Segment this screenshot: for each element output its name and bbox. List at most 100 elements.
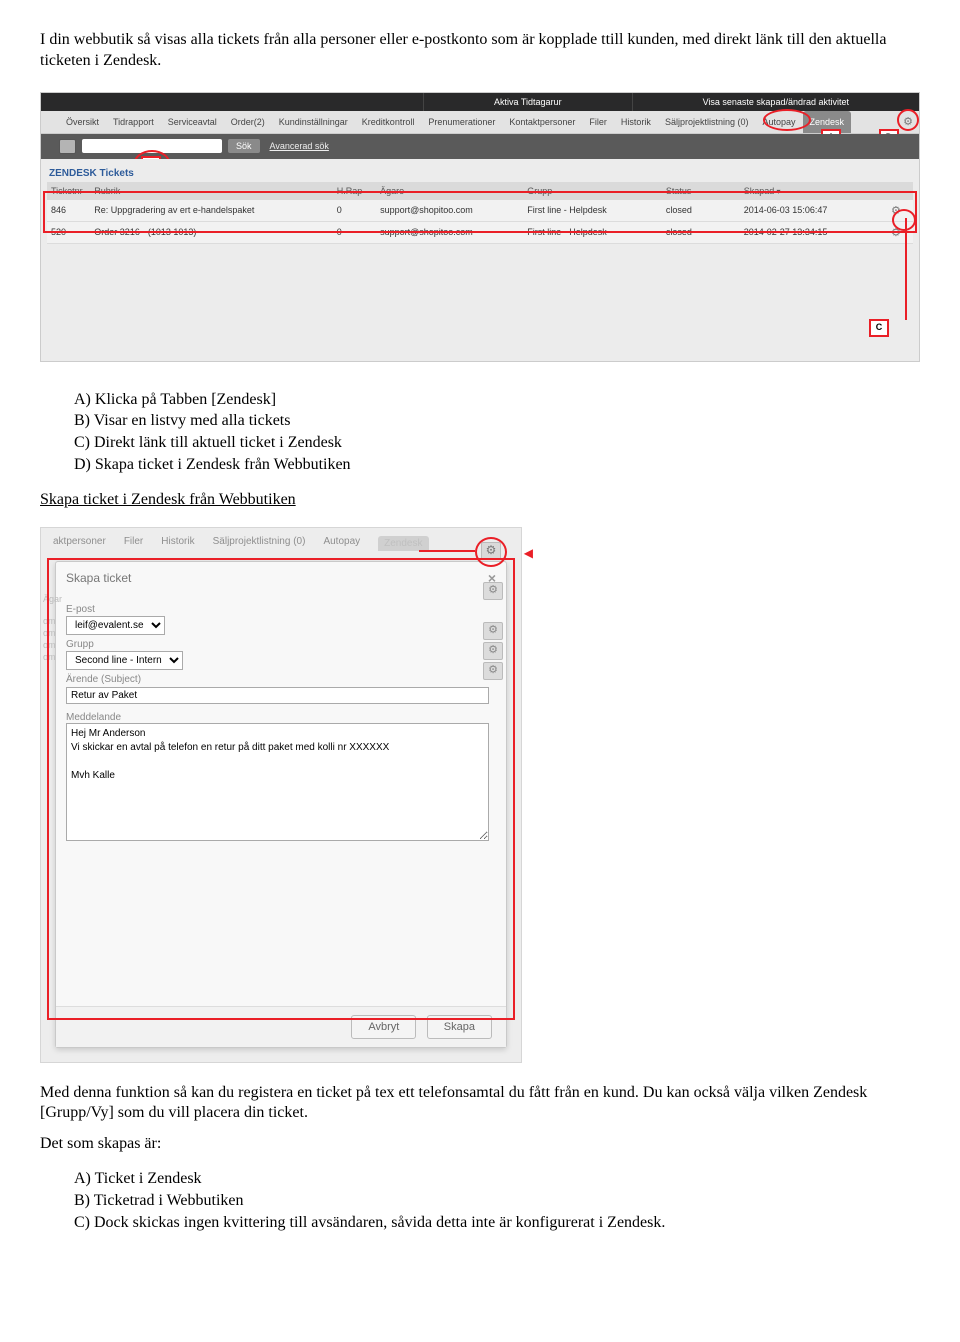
panel-title: ZENDESK Tickets — [47, 165, 913, 182]
cell-rubrik: Re: Uppgradering av ert e-handelspaket — [90, 200, 332, 222]
cell-status: closed — [662, 200, 740, 222]
tab-serviceavtal[interactable]: Serviceavtal — [161, 111, 224, 133]
modal-header: Skapa ticket × — [56, 562, 506, 594]
gear-icon[interactable]: ⚙ — [891, 205, 901, 217]
cell-nr: 846 — [47, 200, 90, 222]
cell-skapad: 2014-06-03 15:06:47 — [740, 200, 887, 222]
cell-agare: support@shopitoo.com — [376, 200, 523, 222]
top-dark-right: Visa senaste skapad/ändrad aktivitet — [632, 93, 919, 111]
tab-saljprojekt[interactable]: Säljprojektlistning (0) — [658, 111, 756, 133]
col-hrap[interactable]: H.Rap — [333, 182, 376, 200]
modal-body: E-post leif@evalent.se Grupp Second line… — [56, 594, 506, 1006]
label-grupp: Grupp — [66, 639, 496, 650]
paragraph-3: Med denna funktion så kan du registera e… — [40, 1083, 920, 1125]
tab-prenumerationer[interactable]: Prenumerationer — [421, 111, 502, 133]
cell-skapad: 2014-02-27 13:34:15 — [740, 221, 887, 243]
cell-hrap: 0 — [333, 221, 376, 243]
col-status[interactable]: Status — [662, 182, 740, 200]
cell-grupp: First line - Helpdesk — [523, 221, 662, 243]
gear-icon: ⚙ — [483, 582, 503, 600]
tabs-row: Översikt Tidrapport Serviceavtal Order(2… — [41, 111, 919, 134]
table-row[interactable]: 520 Order 3216 - (1013 1013) 0 support@s… — [47, 221, 913, 243]
cell-nr: 520 — [47, 221, 90, 243]
bg-tab: Autopay — [323, 536, 360, 551]
instruction-list-2: A) Ticket i Zendesk B) Ticketrad i Webbu… — [74, 1169, 920, 1233]
list-item: A) Klicka på Tabben [Zendesk] — [74, 390, 920, 411]
search-button[interactable]: Sök — [228, 139, 260, 153]
col-skapad[interactable]: Skapad — [740, 182, 887, 200]
bg-tab: aktpersoner — [53, 536, 106, 551]
search-input[interactable] — [82, 139, 222, 153]
table-row[interactable]: 846 Re: Uppgradering av ert e-handelspak… — [47, 200, 913, 222]
col-ticketnr[interactable]: Ticketnr — [47, 182, 90, 200]
gear-icon[interactable]: ⚙ — [891, 227, 901, 239]
list-item: D) Skapa ticket i Zendesk från Webbutike… — [74, 455, 920, 476]
side-label-om: om — [43, 616, 56, 626]
modal-footer: Avbryt Skapa — [56, 1006, 506, 1047]
screenshot-create-ticket: aktpersoner Filer Historik Säljprojektli… — [40, 527, 522, 1063]
list-item: B) Visar en listvy med alla tickets — [74, 411, 920, 432]
advanced-search-link[interactable]: Avancerad sök — [270, 141, 329, 151]
modal-title: Skapa ticket — [66, 571, 131, 585]
tab-autopay[interactable]: Autopay — [755, 111, 802, 133]
grupp-select[interactable]: Second line - Intern — [66, 651, 183, 670]
gear-icon: ⚙ — [483, 642, 503, 660]
col-grupp[interactable]: Grupp — [523, 182, 662, 200]
tab-historik[interactable]: Historik — [614, 111, 658, 133]
tab-tidrapport[interactable]: Tidrapport — [106, 111, 161, 133]
ticket-list-panel: ZENDESK Tickets Ticketnr Rubrik H.Rap Äg… — [41, 159, 919, 361]
skapa-button[interactable]: Skapa — [427, 1015, 492, 1039]
bg-tabs: aktpersoner Filer Historik Säljprojektli… — [41, 528, 521, 551]
gear-icon[interactable]: ⚙ — [481, 542, 501, 560]
create-ticket-modal: Skapa ticket × E-post leif@evalent.se Gr… — [55, 561, 507, 1048]
list-item: B) Ticketrad i Webbutiken — [74, 1191, 920, 1212]
label-arende: Ärende (Subject) — [66, 674, 496, 685]
list-item: A) Ticket i Zendesk — [74, 1169, 920, 1190]
cell-hrap: 0 — [333, 200, 376, 222]
section-heading: Skapa ticket i Zendesk från Webbutiken — [40, 490, 920, 511]
intro-paragraph: I din webbutik så visas alla tickets frå… — [40, 30, 920, 72]
instruction-list-1: A) Klicka på Tabben [Zendesk] B) Visar e… — [74, 390, 920, 476]
ticket-table: Ticketnr Rubrik H.Rap Ägare Grupp Status… — [47, 182, 913, 244]
bg-tab: Historik — [161, 536, 194, 551]
screenshot-zendesk-list: Aktiva Tidtagarur Visa senaste skapad/än… — [40, 92, 920, 362]
tab-kreditkontroll[interactable]: Kreditkontroll — [355, 111, 422, 133]
cell-agare: support@shopitoo.com — [376, 221, 523, 243]
side-label-om: om — [43, 628, 56, 638]
side-label-agar: Ägar — [43, 594, 62, 604]
tab-filer[interactable]: Filer — [582, 111, 614, 133]
col-rubrik[interactable]: Rubrik — [90, 182, 332, 200]
cell-status: closed — [662, 221, 740, 243]
tab-oversikt[interactable]: Översikt — [59, 111, 106, 133]
arende-input[interactable] — [66, 687, 489, 704]
label-epost: E-post — [66, 604, 496, 615]
cell-grupp: First line - Helpdesk — [523, 200, 662, 222]
side-label-om: om — [43, 640, 56, 650]
tab-kundinstallningar[interactable]: Kundinställningar — [272, 111, 355, 133]
list-item: C) Dock skickas ingen kvittering till av… — [74, 1213, 920, 1234]
gear-icon: ⚙ — [483, 662, 503, 680]
bg-tab-zendesk: Zendesk — [378, 536, 428, 551]
callout-c: C — [869, 319, 889, 337]
tab-order[interactable]: Order(2) — [224, 111, 272, 133]
col-agare[interactable]: Ägare — [376, 182, 523, 200]
table-header-row: Ticketnr Rubrik H.Rap Ägare Grupp Status… — [47, 182, 913, 200]
cancel-button[interactable]: Avbryt — [351, 1015, 416, 1039]
label-meddelande: Meddelande — [66, 712, 496, 723]
meddelande-textarea[interactable] — [66, 723, 489, 841]
bg-tab: Filer — [124, 536, 143, 551]
gear-icon: ⚙ — [483, 622, 503, 640]
epost-select[interactable]: leif@evalent.se — [66, 616, 165, 635]
side-label-om: om — [43, 652, 56, 662]
menu-icon[interactable] — [59, 139, 76, 154]
top-dark-bar: Aktiva Tidtagarur Visa senaste skapad/än… — [41, 93, 919, 111]
arrow-head-icon: ◀ — [524, 546, 533, 560]
gear-icon[interactable]: ⚙ — [903, 115, 913, 128]
bg-tab: Säljprojektlistning (0) — [213, 536, 306, 551]
paragraph-4: Det som skapas är: — [40, 1134, 920, 1155]
list-item: C) Direkt länk till aktuell ticket i Zen… — [74, 433, 920, 454]
top-dark-left: Aktiva Tidtagarur — [423, 93, 632, 111]
search-row: Sök Avancerad sök B — [41, 134, 919, 159]
tab-kontaktpersoner[interactable]: Kontaktpersoner — [502, 111, 582, 133]
cell-rubrik: Order 3216 - (1013 1013) — [90, 221, 332, 243]
